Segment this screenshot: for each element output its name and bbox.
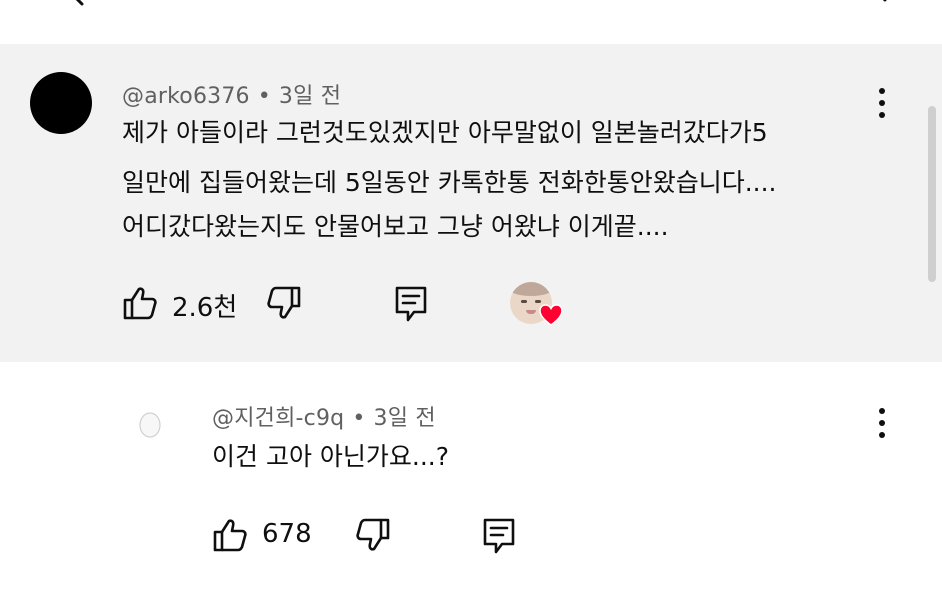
comment-reply: @지건희-c9q • 3일 전 이건 고아 아닌가요...? 678 (0, 362, 942, 591)
comment-text-line: 이건 고아 아닌가요...? (212, 442, 450, 471)
like-count: 678 (262, 519, 312, 549)
comment-author[interactable]: @arko6376 (122, 84, 250, 109)
comment-time: 3일 전 (278, 84, 342, 109)
comment-text-line: 제가 아들이라 그런것도있겠지만 아무말없이 일본놀러갔다가5 (122, 118, 768, 147)
back-arrow-icon[interactable] (62, 0, 90, 6)
like-count: 2.6천 (172, 293, 238, 323)
thumbs-down-icon[interactable] (355, 517, 391, 553)
comment-text-line: 일만에 집들어왔는데 5일동안 카톡한통 전화한통안왔습니다.... (122, 168, 777, 197)
thumbs-up-icon[interactable] (212, 517, 248, 553)
comment-text-line: 어디갔다왔는지도 안물어보고 그냥 어왔냐 이게끝.... (122, 212, 669, 241)
creator-heart-icon (510, 282, 566, 330)
sort-icon[interactable] (845, 0, 895, 4)
meta-separator: • (257, 84, 271, 109)
comment-meta: @지건희-c9q • 3일 전 (212, 400, 436, 432)
comment-time: 3일 전 (373, 406, 436, 431)
reply-icon[interactable] (482, 517, 516, 555)
scrollbar[interactable] (928, 106, 936, 282)
comment-highlighted: @arko6376 • 3일 전 제가 아들이라 그런것도있겠지만 아무말없이 일본… (0, 44, 942, 362)
heart-icon (539, 304, 563, 326)
kebab-menu-icon[interactable] (872, 406, 892, 440)
thumbs-up-icon[interactable] (122, 285, 158, 321)
comment-meta: @arko6376 • 3일 전 (122, 78, 341, 110)
avatar[interactable] (138, 410, 162, 438)
avatar[interactable] (30, 72, 92, 134)
meta-separator: • (352, 406, 366, 431)
page-title-fragment (160, 0, 240, 6)
comment-author[interactable]: @지건희-c9q (212, 406, 344, 431)
reply-icon[interactable] (394, 285, 428, 323)
top-bar (0, 0, 942, 44)
thumbs-down-icon[interactable] (266, 285, 302, 321)
kebab-menu-icon[interactable] (872, 86, 892, 120)
